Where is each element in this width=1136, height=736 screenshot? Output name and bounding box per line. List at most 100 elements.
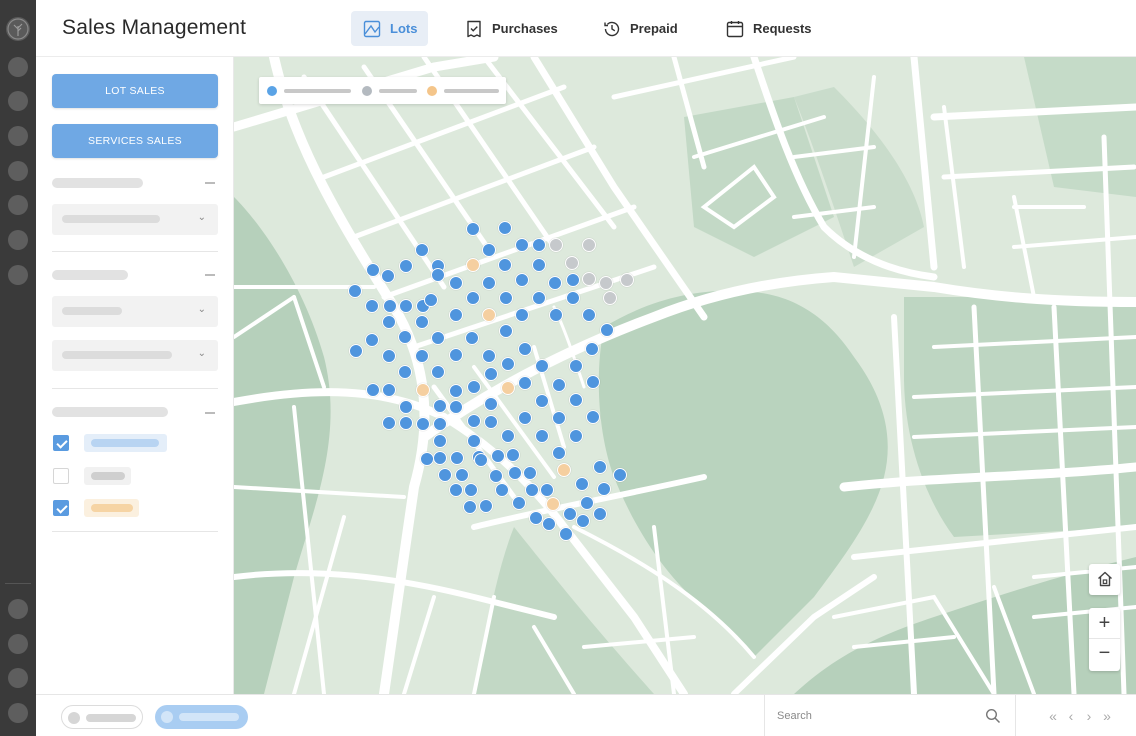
lot-marker[interactable] bbox=[498, 258, 512, 272]
lot-marker[interactable] bbox=[466, 291, 480, 305]
lot-marker[interactable] bbox=[512, 496, 526, 510]
next-page-button[interactable]: › bbox=[1080, 708, 1098, 724]
collapse-icon[interactable] bbox=[205, 274, 215, 276]
rail-nav-item[interactable] bbox=[8, 91, 28, 111]
lot-marker[interactable] bbox=[464, 483, 478, 497]
lot-marker[interactable] bbox=[495, 483, 509, 497]
tab-lots[interactable]: Lots bbox=[351, 11, 429, 46]
lot-marker[interactable] bbox=[415, 315, 429, 329]
lot-sales-button[interactable]: LOT SALES bbox=[52, 74, 218, 108]
lot-marker[interactable] bbox=[433, 451, 447, 465]
lot-marker[interactable] bbox=[399, 400, 413, 414]
lot-marker[interactable] bbox=[542, 517, 556, 531]
zoom-out-button[interactable]: − bbox=[1089, 639, 1120, 670]
lot-marker[interactable] bbox=[569, 359, 583, 373]
tab-requests[interactable]: Requests bbox=[714, 11, 823, 46]
lot-marker[interactable] bbox=[467, 380, 481, 394]
lot-marker[interactable] bbox=[499, 324, 513, 338]
collapse-icon[interactable] bbox=[205, 412, 215, 414]
rail-nav-item[interactable] bbox=[8, 599, 28, 619]
lot-marker[interactable] bbox=[416, 383, 430, 397]
lot-marker[interactable] bbox=[365, 299, 379, 313]
lot-marker[interactable] bbox=[399, 416, 413, 430]
lot-marker[interactable] bbox=[366, 383, 380, 397]
lot-marker[interactable] bbox=[415, 243, 429, 257]
filter-pill[interactable] bbox=[61, 705, 143, 729]
status-checkbox[interactable] bbox=[53, 500, 69, 516]
lot-marker[interactable] bbox=[501, 429, 515, 443]
lot-marker[interactable] bbox=[532, 238, 546, 252]
lot-marker[interactable] bbox=[381, 269, 395, 283]
lot-marker[interactable] bbox=[576, 514, 590, 528]
lot-marker[interactable] bbox=[420, 452, 434, 466]
lot-marker[interactable] bbox=[431, 331, 445, 345]
lot-marker[interactable] bbox=[546, 497, 560, 511]
home-button[interactable] bbox=[1089, 564, 1120, 595]
lot-marker[interactable] bbox=[559, 527, 573, 541]
first-page-button[interactable]: « bbox=[1044, 708, 1062, 724]
lot-marker[interactable] bbox=[565, 256, 579, 270]
lot-marker[interactable] bbox=[433, 399, 447, 413]
tab-prepaid[interactable]: Prepaid bbox=[591, 11, 689, 46]
filter-select[interactable]: ⌄ bbox=[52, 340, 218, 371]
lot-marker[interactable] bbox=[597, 482, 611, 496]
lot-marker[interactable] bbox=[366, 263, 380, 277]
lot-marker[interactable] bbox=[498, 221, 512, 235]
lot-marker[interactable] bbox=[569, 393, 583, 407]
lot-marker[interactable] bbox=[416, 417, 430, 431]
rail-nav-item[interactable] bbox=[8, 265, 28, 285]
lot-marker[interactable] bbox=[433, 417, 447, 431]
lot-marker[interactable] bbox=[515, 273, 529, 287]
lot-marker[interactable] bbox=[482, 243, 496, 257]
lot-marker[interactable] bbox=[523, 466, 537, 480]
lot-marker[interactable] bbox=[415, 349, 429, 363]
lot-marker[interactable] bbox=[455, 468, 469, 482]
filter-select[interactable]: ⌄ bbox=[52, 296, 218, 327]
rail-nav-item[interactable] bbox=[8, 703, 28, 723]
lot-marker[interactable] bbox=[575, 477, 589, 491]
lot-marker[interactable] bbox=[499, 291, 513, 305]
lot-marker[interactable] bbox=[603, 291, 617, 305]
lot-marker[interactable] bbox=[382, 416, 396, 430]
lot-marker[interactable] bbox=[399, 259, 413, 273]
rail-nav-item[interactable] bbox=[8, 230, 28, 250]
lot-marker[interactable] bbox=[482, 276, 496, 290]
lot-marker[interactable] bbox=[382, 383, 396, 397]
lot-marker[interactable] bbox=[482, 308, 496, 322]
lot-marker[interactable] bbox=[508, 466, 522, 480]
lot-marker[interactable] bbox=[535, 394, 549, 408]
lot-marker[interactable] bbox=[348, 284, 362, 298]
lot-marker[interactable] bbox=[532, 258, 546, 272]
lot-marker[interactable] bbox=[506, 448, 520, 462]
lot-marker[interactable] bbox=[518, 342, 532, 356]
lot-marker[interactable] bbox=[569, 429, 583, 443]
rail-nav-item[interactable] bbox=[8, 57, 28, 77]
lot-marker[interactable] bbox=[449, 400, 463, 414]
lot-marker[interactable] bbox=[467, 434, 481, 448]
lot-marker[interactable] bbox=[532, 291, 546, 305]
rail-nav-item[interactable] bbox=[8, 634, 28, 654]
lot-marker[interactable] bbox=[593, 460, 607, 474]
tab-purchases[interactable]: Purchases bbox=[453, 11, 569, 46]
lot-marker[interactable] bbox=[431, 365, 445, 379]
lot-marker[interactable] bbox=[365, 333, 379, 347]
rail-nav-item[interactable] bbox=[8, 668, 28, 688]
lot-marker[interactable] bbox=[518, 411, 532, 425]
lots-map[interactable]: + − bbox=[234, 57, 1136, 694]
lot-marker[interactable] bbox=[398, 365, 412, 379]
lot-marker[interactable] bbox=[535, 429, 549, 443]
lot-marker[interactable] bbox=[580, 496, 594, 510]
lot-marker[interactable] bbox=[501, 357, 515, 371]
lot-marker[interactable] bbox=[383, 299, 397, 313]
lot-marker[interactable] bbox=[449, 348, 463, 362]
lot-marker[interactable] bbox=[620, 273, 634, 287]
lot-marker[interactable] bbox=[450, 451, 464, 465]
lot-marker[interactable] bbox=[599, 276, 613, 290]
lot-marker[interactable] bbox=[549, 308, 563, 322]
lot-marker[interactable] bbox=[586, 375, 600, 389]
lot-marker[interactable] bbox=[515, 308, 529, 322]
lot-marker[interactable] bbox=[484, 397, 498, 411]
lot-marker[interactable] bbox=[491, 449, 505, 463]
lot-marker[interactable] bbox=[501, 381, 515, 395]
lot-marker[interactable] bbox=[449, 308, 463, 322]
